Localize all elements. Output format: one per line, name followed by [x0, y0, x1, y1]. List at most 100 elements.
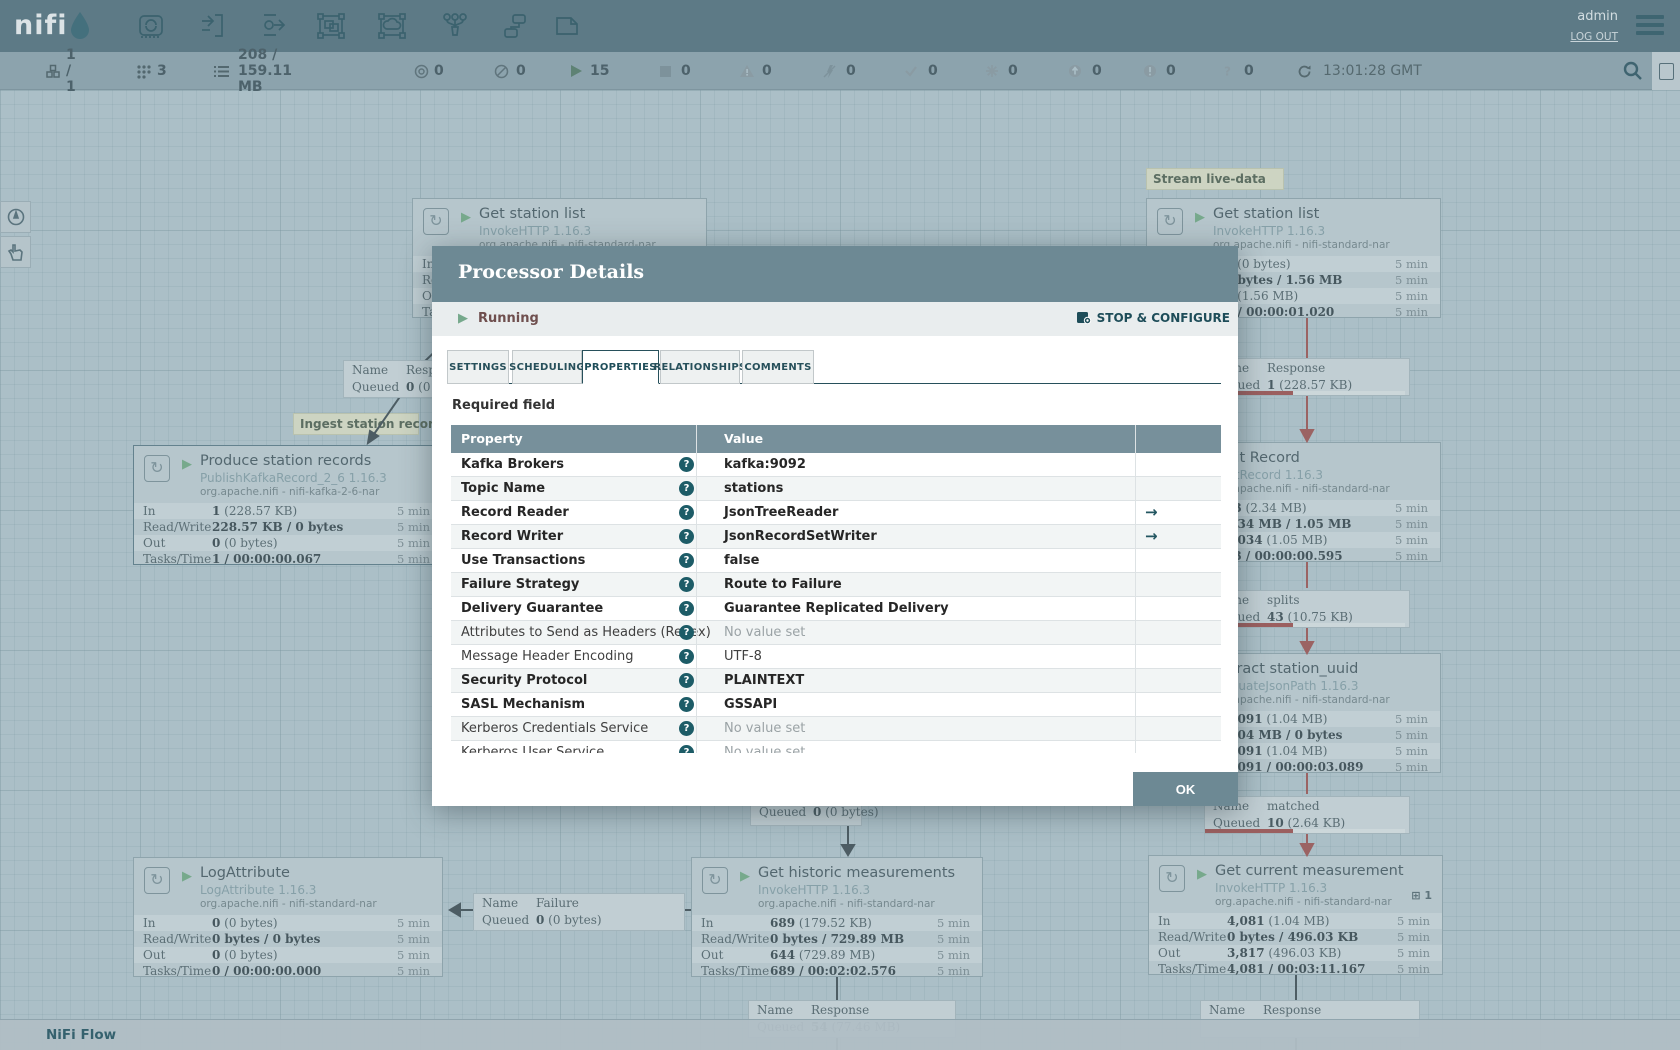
output-port-icon[interactable] — [260, 11, 292, 43]
tab-settings[interactable]: SETTINGS — [447, 350, 509, 384]
locally-modified-icon — [985, 64, 999, 78]
canvas-label[interactable]: Stream live-data — [1146, 168, 1284, 190]
tab-relationships[interactable]: RELATIONSHIPS — [654, 350, 746, 384]
property-value[interactable]: PLAINTEXT — [724, 673, 804, 688]
stat-row: Tasks/Time 0 / 00:00:00.000 5 min — [143, 964, 430, 978]
property-row[interactable]: SASL Mechanism? GSSAPI — [451, 693, 1221, 717]
processor-name: Get historic measurements — [758, 865, 956, 881]
refresh-icon[interactable] — [1297, 64, 1312, 79]
stat-row: In 4,081 (1.04 MB) 5 min — [1149, 913, 1442, 929]
label-icon[interactable] — [552, 11, 584, 43]
funnel-icon[interactable] — [439, 11, 471, 43]
processor-bundle: org.apache.nifi - nifi-standard-nar — [1213, 483, 1390, 495]
processor-get-historic-measurements[interactable]: ↻ ▶ Get historic measurements InvokeHTTP 1.… — [691, 857, 983, 978]
birdseye-button[interactable] — [0, 201, 31, 233]
help-icon[interactable]: ? — [679, 481, 694, 496]
processor-produce-station-records[interactable]: ↻ ▶ Produce station records PublishKafkaRec… — [133, 445, 443, 566]
tab-scheduling[interactable]: SCHEDULING — [509, 350, 585, 384]
property-name: Topic Name — [461, 481, 546, 496]
help-icon[interactable]: ? — [679, 697, 694, 712]
app-header: nifi admin LOG OUT — [0, 0, 1680, 52]
help-icon[interactable]: ? — [679, 457, 694, 472]
property-value[interactable]: No value set — [724, 745, 805, 753]
search-button[interactable] — [1622, 60, 1644, 86]
property-row[interactable]: Kafka Brokers? kafka:9092 — [451, 453, 1221, 477]
stat-value: 0 — [1092, 63, 1102, 79]
refresh-status[interactable]: 13:01:28 GMT — [1297, 52, 1422, 90]
property-row[interactable]: Message Header Encoding? UTF-8 — [451, 645, 1221, 669]
property-value[interactable]: GSSAPI — [724, 697, 777, 712]
processor-name: Get current measurement — [1215, 863, 1404, 879]
property-name: Record Reader — [461, 505, 569, 520]
stop-and-configure-button[interactable]: STOP & CONFIGURE — [1076, 310, 1230, 325]
pan-button[interactable] — [0, 236, 31, 268]
property-row[interactable]: Record Writer? JsonRecordSetWriter → — [451, 525, 1221, 549]
breadcrumb[interactable]: NiFi Flow — [46, 1027, 116, 1043]
stat-not-transmitting: 0 — [494, 52, 526, 90]
help-icon[interactable]: ? — [679, 529, 694, 544]
stat-transmitting: 0 — [414, 52, 444, 90]
property-row[interactable]: Failure Strategy? Route to Failure — [451, 573, 1221, 597]
transmitting-icon — [414, 64, 429, 79]
property-row[interactable]: Use Transactions? false — [451, 549, 1221, 573]
ok-button[interactable]: OK — [1133, 772, 1238, 806]
remote-process-group-icon[interactable] — [377, 11, 409, 43]
help-icon[interactable]: ? — [679, 673, 694, 688]
logout-link[interactable]: LOG OUT — [1570, 31, 1618, 43]
settings-panel-button[interactable] — [1652, 52, 1680, 90]
property-value[interactable]: Guarantee Replicated Delivery — [724, 601, 949, 616]
processor-log-attribute[interactable]: ↻ ▶ LogAttribute LogAttribute 1.16.3 org.apa… — [133, 857, 443, 978]
go-to-service-icon[interactable]: → — [1145, 527, 1158, 545]
property-value[interactable]: stations — [724, 481, 783, 496]
property-value[interactable]: JsonTreeReader — [724, 505, 838, 520]
help-icon[interactable]: ? — [679, 577, 694, 592]
property-value[interactable]: UTF-8 — [724, 649, 762, 664]
property-value[interactable]: No value set — [724, 625, 805, 640]
tab-properties[interactable]: PROPERTIES — [582, 350, 659, 384]
help-icon[interactable]: ? — [679, 745, 694, 753]
stat-row: In 0 (0 bytes) 5 min — [134, 915, 442, 931]
help-icon[interactable]: ? — [679, 625, 694, 640]
tab-comments[interactable]: COMMENTS — [742, 350, 814, 384]
property-row[interactable]: Security Protocol? PLAINTEXT — [451, 669, 1221, 693]
property-value[interactable]: kafka:9092 — [724, 457, 806, 472]
property-value[interactable]: Route to Failure — [724, 577, 842, 592]
stat-invalid: 0 — [739, 52, 772, 90]
stat-row: Out 0 (0 bytes) 5 min — [134, 535, 442, 551]
running-icon: ▶ — [458, 311, 468, 326]
stop-configure-icon — [1076, 312, 1091, 325]
help-icon[interactable]: ? — [679, 649, 694, 664]
property-row[interactable]: Kerberos User Service? No value set — [451, 741, 1221, 753]
property-row[interactable]: Delivery Guarantee? Guarantee Replicated … — [451, 597, 1221, 621]
stat-value: 0 — [1244, 63, 1254, 79]
processor-icon[interactable] — [136, 11, 168, 43]
help-icon[interactable]: ? — [679, 721, 694, 736]
property-value[interactable]: No value set — [724, 721, 805, 736]
running-icon: ▶ — [1197, 867, 1207, 882]
property-value[interactable]: JsonRecordSetWriter — [724, 529, 877, 544]
cluster-icon — [46, 64, 61, 79]
go-to-service-icon[interactable]: → — [1145, 503, 1158, 521]
property-value[interactable]: false — [724, 553, 759, 568]
connection-label-failure[interactable]: Name Failure Queued 0 (0 bytes) — [473, 893, 685, 931]
dialog-header: Processor Details — [432, 246, 1238, 302]
stat-row: Tasks/Time 4,081 / 00:03:11.167 5 min — [1158, 962, 1430, 976]
queued-icon — [214, 64, 229, 79]
processor-get-current-measurement[interactable]: ↻ ▶ Get current measurement InvokeHTTP 1.16… — [1148, 855, 1443, 976]
property-row[interactable]: Topic Name? stations — [451, 477, 1221, 501]
help-icon[interactable]: ? — [679, 553, 694, 568]
up-to-date-icon — [904, 64, 918, 78]
property-row[interactable]: Kerberos Credentials Service? No value se… — [451, 717, 1221, 741]
property-row[interactable]: Attributes to Send as Headers (Regex)? No… — [451, 621, 1221, 645]
canvas-label[interactable]: Ingest station records — [293, 413, 450, 435]
help-icon[interactable]: ? — [679, 601, 694, 616]
stat-value: 0 — [846, 63, 856, 79]
template-icon[interactable] — [501, 11, 533, 43]
global-menu-icon[interactable] — [1636, 15, 1664, 37]
input-port-icon[interactable] — [198, 11, 230, 43]
process-group-icon[interactable] — [316, 11, 348, 43]
processor-type: PublishKafkaRecord_2_6 1.16.3 — [200, 471, 387, 485]
property-row[interactable]: Record Reader? JsonTreeReader → — [451, 501, 1221, 525]
help-icon[interactable]: ? — [679, 505, 694, 520]
property-name: Attributes to Send as Headers (Regex) — [461, 625, 711, 640]
